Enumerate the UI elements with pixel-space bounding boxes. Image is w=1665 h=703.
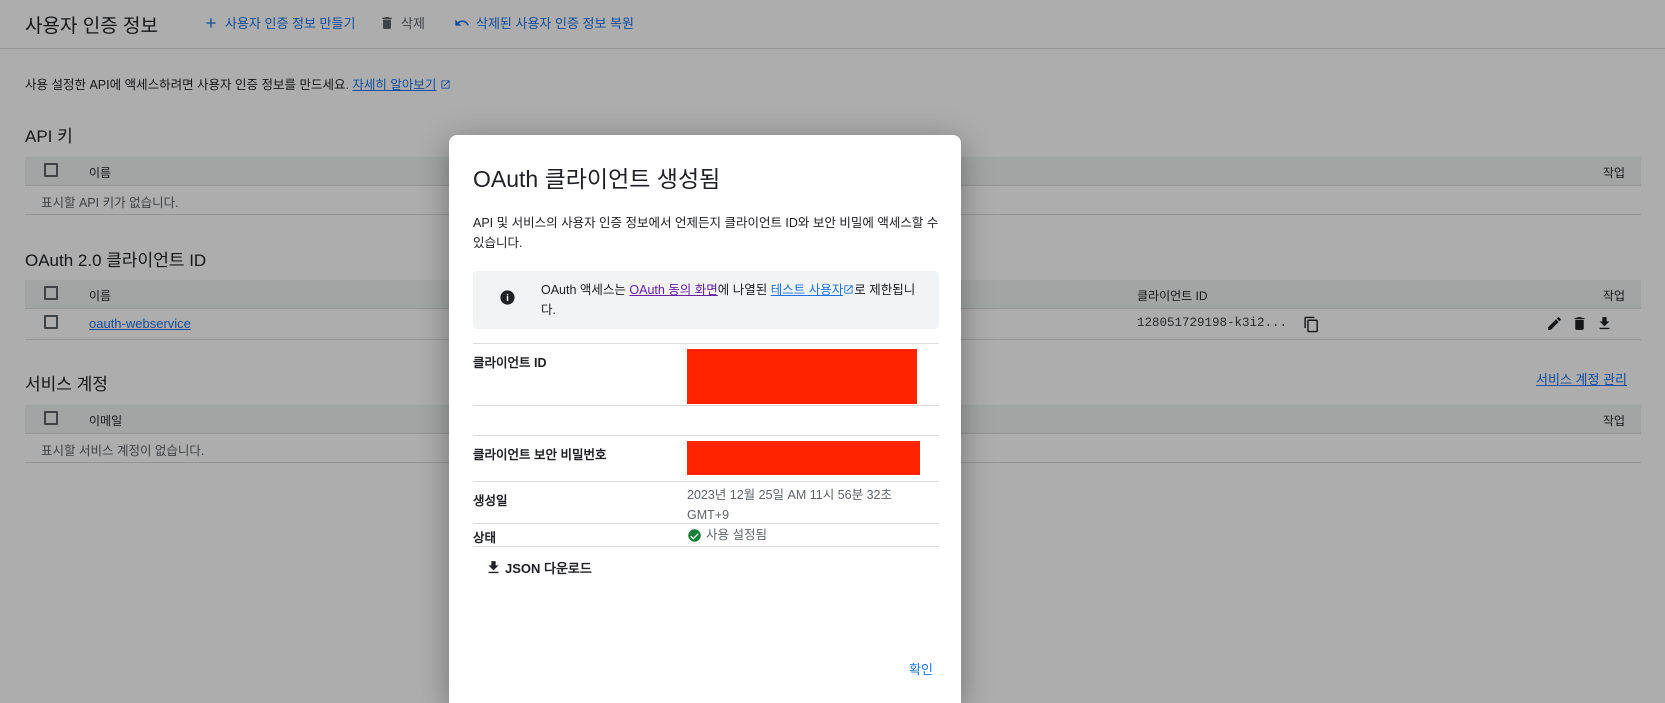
redacted-client-secret <box>687 441 920 475</box>
redacted-client-id <box>687 349 917 404</box>
status-field: 상태 사용 설정됨 <box>473 523 939 547</box>
consent-screen-link[interactable]: OAuth 동의 화면 <box>629 283 717 297</box>
download-icon <box>488 561 499 574</box>
test-users-link[interactable]: 테스트 사용자 <box>771 283 843 297</box>
created-value: 2023년 12월 25일 AM 11시 56분 32초 GMT+9 <box>687 488 892 522</box>
client-secret-field: 클라이언트 보안 비밀번호 <box>473 435 939 482</box>
external-link-icon <box>844 285 853 294</box>
oauth-created-dialog: OAuth 클라이언트 생성됨 API 및 서비스의 사용자 인증 정보에서 언… <box>449 135 961 703</box>
client-id-label: 클라이언트 ID <box>473 356 547 370</box>
status-value: 사용 설정됨 <box>706 528 767 542</box>
dialog-description: API 및 서비스의 사용자 인증 정보에서 언제든지 클라이언트 ID와 보안… <box>473 216 939 250</box>
info-banner: OAuth 액세스는 OAuth 동의 화면에 나열된 테스트 사용자 로 제한됩… <box>473 271 939 329</box>
json-download-label: JSON 다운로드 <box>505 561 592 576</box>
field-spacer <box>473 405 939 436</box>
client-id-field: 클라이언트 ID <box>473 343 939 406</box>
info-icon <box>500 290 515 305</box>
check-circle-icon <box>688 528 701 542</box>
ok-button[interactable]: 확인 <box>909 659 933 678</box>
status-value-wrap: 사용 설정됨 <box>687 525 937 545</box>
client-secret-label: 클라이언트 보안 비밀번호 <box>473 448 607 462</box>
info-text: OAuth 액세스는 OAuth 동의 화면에 나열된 테스트 사용자 로 제한됩… <box>541 283 916 317</box>
created-label: 생성일 <box>473 494 508 508</box>
dialog-title: OAuth 클라이언트 생성됨 <box>473 166 721 192</box>
created-date-field: 생성일 2023년 12월 25일 AM 11시 56분 32초 GMT+9 <box>473 481 939 524</box>
status-label: 상태 <box>473 531 497 545</box>
json-download-button[interactable]: JSON 다운로드 <box>485 558 592 577</box>
